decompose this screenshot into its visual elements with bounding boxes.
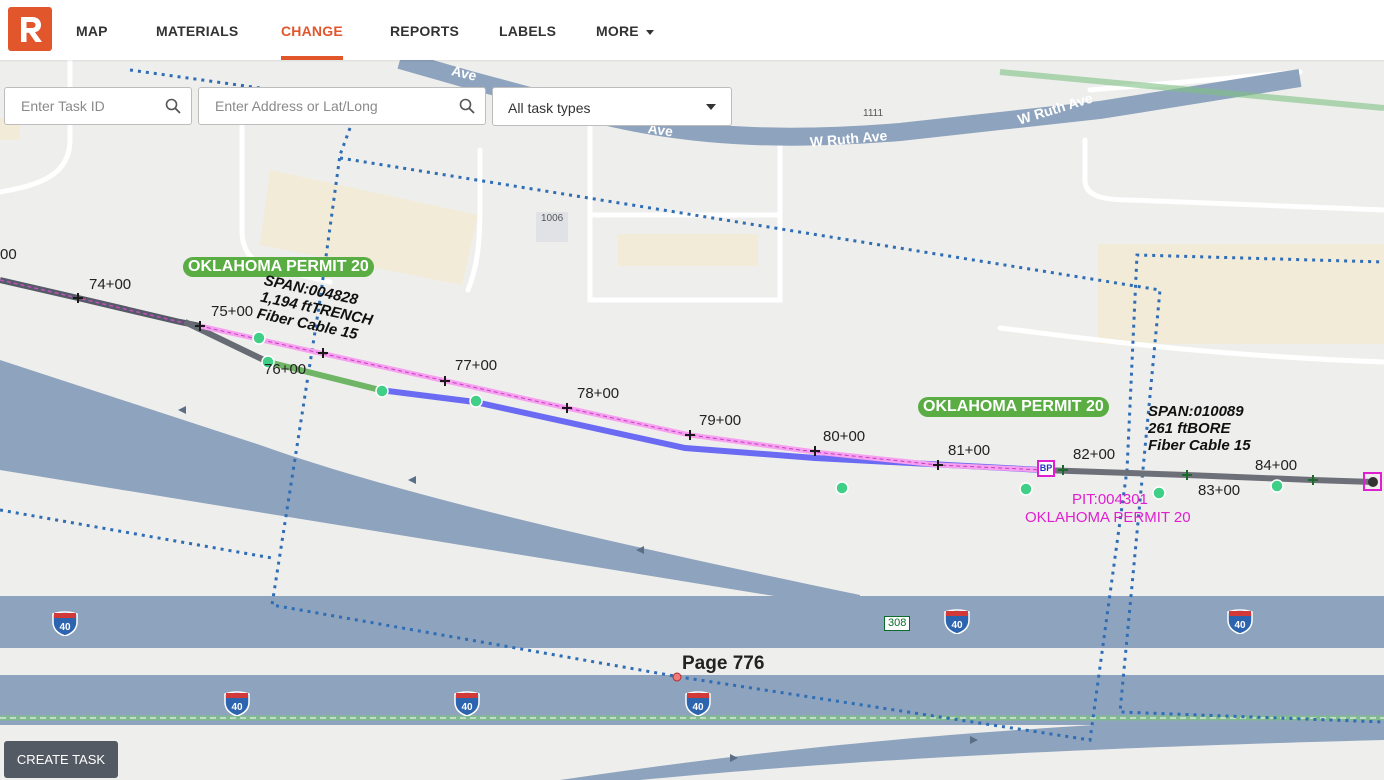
interstate-number: 40 (1234, 620, 1246, 631)
interstate-40-eastbound (0, 596, 1384, 648)
top-navigation-bar: MAP MATERIALS CHANGE REPORTS LABELS MORE (0, 0, 1384, 60)
station-label: 75+00 (211, 303, 254, 320)
page-marker-point (672, 672, 682, 682)
interstate-number: 40 (59, 622, 71, 633)
create-task-button[interactable]: CREATE TASK (4, 741, 118, 778)
station-label: 76+00 (264, 361, 307, 378)
map-canvas[interactable]: BP 40 40 40 40 40 40 308 Ave Ave W Ruth … (0, 60, 1384, 780)
station-label: 80+00 (823, 428, 866, 445)
permit-label[interactable]: OKLAHOMA PERMIT 20 (918, 397, 1109, 417)
nav-more-label: MORE (596, 23, 639, 39)
app-logo[interactable] (8, 7, 52, 51)
station-label: 84+00 (1255, 457, 1298, 474)
station-label: 83+00 (1198, 482, 1241, 499)
task-type-select[interactable]: All task types (492, 87, 732, 126)
search-icon[interactable] (459, 98, 475, 114)
interstate-shield-icon: 40 (685, 691, 711, 716)
interstate-number: 40 (461, 702, 473, 713)
nav-reports[interactable]: REPORTS (390, 0, 459, 60)
route-end-marker[interactable] (1363, 472, 1382, 491)
pit-permit-label[interactable]: OKLAHOMA PERMIT 20 (1025, 509, 1191, 527)
station-label: 81+00 (948, 442, 991, 459)
interstate-shield-icon: 40 (944, 609, 970, 634)
building-number: 1006 (541, 213, 564, 224)
nav-change[interactable]: CHANGE (281, 0, 343, 60)
station-label: 79+00 (699, 412, 742, 429)
interstate-shield-icon: 40 (224, 691, 250, 716)
route-segment-bore (1041, 467, 1374, 485)
span-length: 261 ftBORE (1148, 420, 1231, 437)
dropdown-arrow-icon (706, 104, 716, 110)
interstate-number: 40 (692, 702, 704, 713)
exit-number-sign: 308 (884, 616, 911, 631)
interstate-number: 40 (231, 702, 243, 713)
bp-marker[interactable]: BP (1037, 460, 1055, 477)
interstate-shield-icon: 40 (52, 611, 78, 636)
nav-more[interactable]: MORE (596, 0, 654, 60)
address-input[interactable] (213, 97, 457, 115)
task-id-search-box (4, 87, 192, 125)
logo-r-icon (21, 17, 42, 42)
interstate-shield-icon: 40 (1227, 609, 1253, 634)
address-search-box (198, 87, 486, 125)
nav-labels[interactable]: LABELS (499, 0, 556, 60)
nav-map[interactable]: MAP (76, 0, 108, 60)
station-label: 74+00 (89, 276, 132, 293)
nav-materials[interactable]: MATERIALS (156, 0, 238, 60)
task-id-input[interactable] (19, 97, 163, 115)
building-number: 1111 (863, 108, 884, 119)
search-icon[interactable] (165, 98, 181, 114)
interstate-shield-icon: 40 (454, 691, 480, 716)
span-cable: Fiber Cable 15 (1148, 437, 1251, 454)
building (618, 234, 758, 266)
station-label: 00 (0, 246, 17, 263)
chevron-down-icon (645, 29, 654, 35)
station-label: 78+00 (577, 385, 620, 402)
interstate-number: 40 (951, 620, 963, 631)
station-label: 77+00 (455, 357, 498, 374)
page-label: Page 776 (682, 653, 765, 674)
span-label-bore[interactable]: SPAN:010089 261 ftBORE Fiber Cable 15 (1148, 403, 1251, 454)
station-label: 82+00 (1073, 446, 1116, 463)
pit-id-label[interactable]: PIT:004301 (1072, 491, 1148, 509)
task-type-value: All task types (508, 100, 591, 116)
span-id: SPAN:010089 (1148, 403, 1244, 420)
